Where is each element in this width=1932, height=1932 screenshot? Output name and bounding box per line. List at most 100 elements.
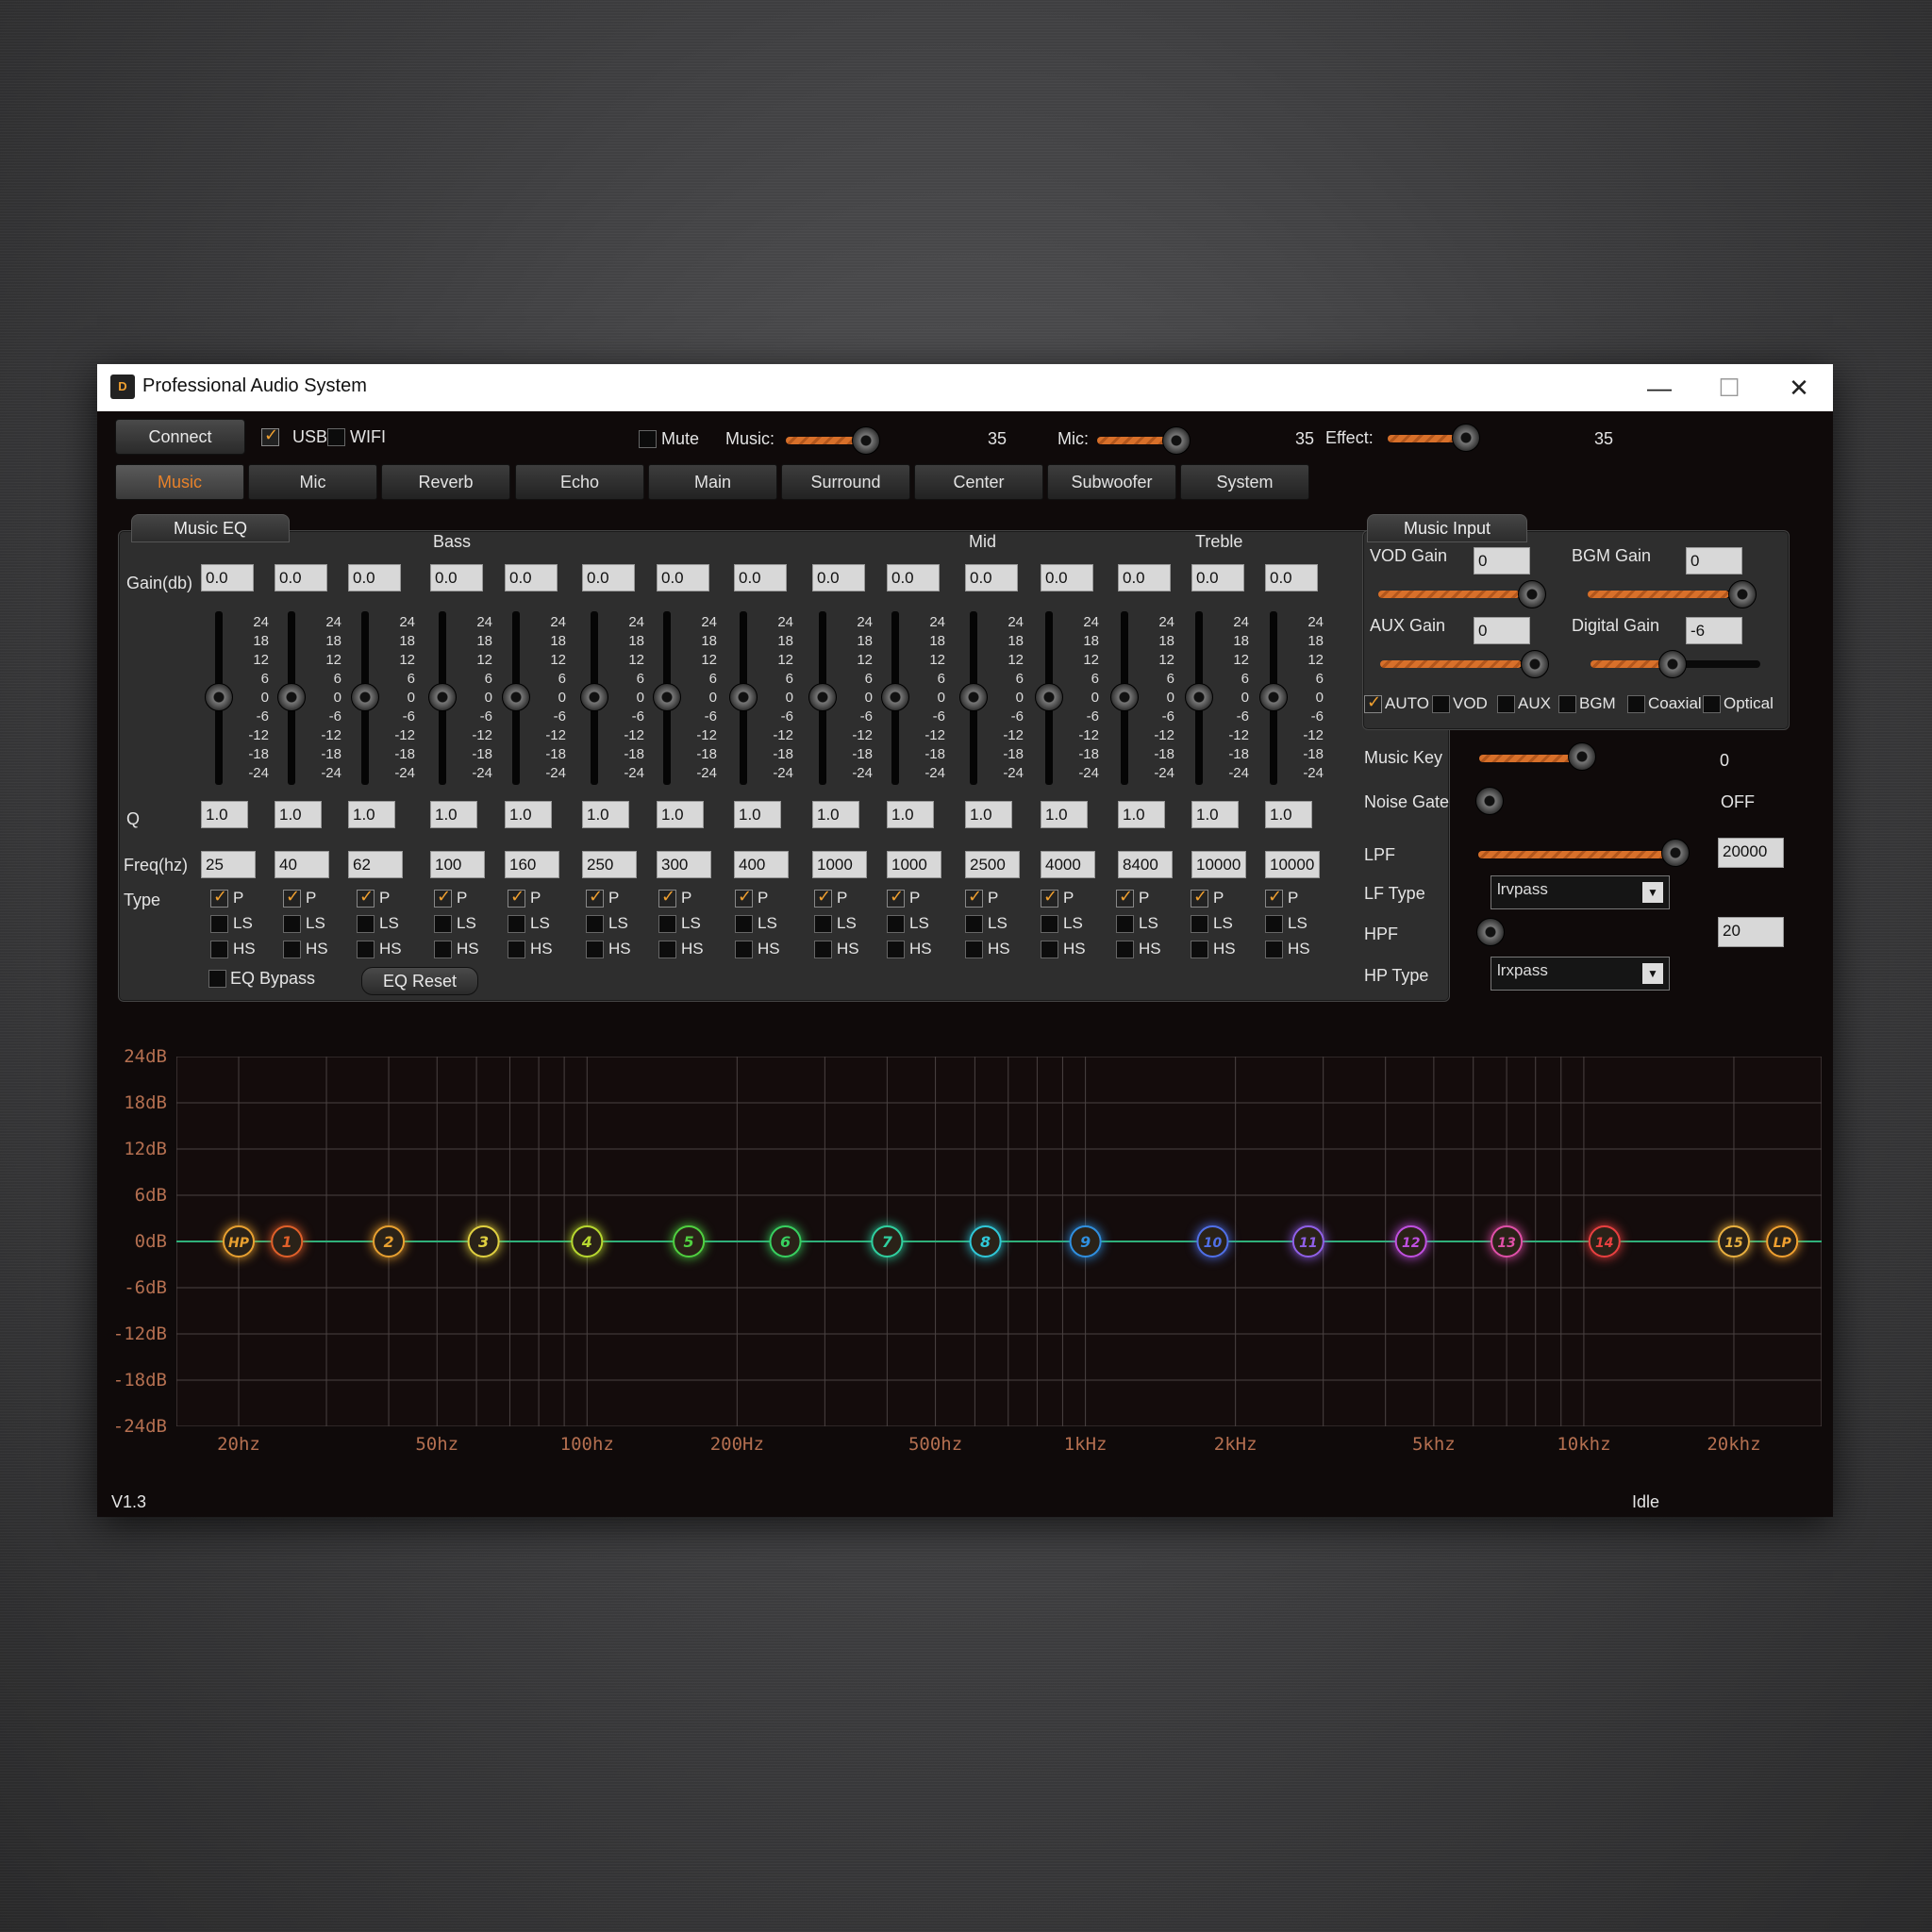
eq-point-10[interactable]: 10: [1196, 1225, 1229, 1257]
type-p-checkbox-5[interactable]: [508, 887, 525, 908]
type-hs-checkbox-2[interactable]: [283, 941, 301, 958]
eq-point-11[interactable]: 11: [1291, 1225, 1324, 1257]
gain-input-13[interactable]: 0.0: [1118, 564, 1171, 591]
connect-button[interactable]: Connect: [115, 419, 245, 455]
bgm-gain-knob[interactable]: [1728, 580, 1757, 608]
type-hs-checkbox-8[interactable]: [735, 941, 753, 958]
type-ls-checkbox-4[interactable]: [434, 915, 452, 933]
type-p-checkbox-8[interactable]: [735, 887, 753, 908]
type-p-checkbox-9[interactable]: [814, 887, 832, 908]
source-vod-checkbox[interactable]: [1432, 695, 1450, 713]
music-key-knob[interactable]: [1568, 742, 1596, 771]
maximize-button[interactable]: ☐: [1701, 368, 1757, 408]
tab-echo[interactable]: Echo: [515, 464, 644, 500]
lf-type-select[interactable]: lrvpass ▼: [1491, 875, 1670, 909]
type-ls-checkbox-1[interactable]: [210, 915, 228, 933]
gain-input-3[interactable]: 0.0: [348, 564, 401, 591]
aux-gain-input[interactable]: 0: [1474, 617, 1530, 644]
gain-input-12[interactable]: 0.0: [1041, 564, 1093, 591]
gain-input-15[interactable]: 0.0: [1265, 564, 1318, 591]
tab-reverb[interactable]: Reverb: [381, 464, 510, 500]
gain-input-1[interactable]: 0.0: [201, 564, 254, 591]
gain-input-10[interactable]: 0.0: [887, 564, 940, 591]
gain-knob-11[interactable]: [959, 683, 988, 711]
source-bgm-checkbox[interactable]: [1558, 695, 1576, 713]
q-input-1[interactable]: 1.0: [201, 801, 248, 828]
gain-knob-2[interactable]: [277, 683, 306, 711]
tab-music[interactable]: Music: [115, 464, 244, 500]
q-input-15[interactable]: 1.0: [1265, 801, 1312, 828]
type-p-checkbox-4[interactable]: [434, 887, 452, 908]
gain-input-5[interactable]: 0.0: [505, 564, 558, 591]
q-input-14[interactable]: 1.0: [1191, 801, 1239, 828]
tab-mic[interactable]: Mic: [248, 464, 377, 500]
gain-input-9[interactable]: 0.0: [812, 564, 865, 591]
eq-point-1[interactable]: 1: [271, 1225, 304, 1257]
eq-point-14[interactable]: 14: [1588, 1225, 1621, 1257]
freq-input-7[interactable]: 300: [657, 851, 711, 878]
q-input-7[interactable]: 1.0: [657, 801, 704, 828]
eq-point-2[interactable]: 2: [373, 1225, 406, 1257]
type-ls-checkbox-11[interactable]: [965, 915, 983, 933]
eq-point-15[interactable]: 15: [1717, 1225, 1750, 1257]
eq-point-lp[interactable]: LP: [1766, 1225, 1799, 1257]
type-hs-checkbox-9[interactable]: [814, 941, 832, 958]
freq-input-10[interactable]: 1000: [887, 851, 941, 878]
hp-type-select[interactable]: lrxpass ▼: [1491, 957, 1670, 991]
q-input-2[interactable]: 1.0: [275, 801, 322, 828]
minimize-button[interactable]: —: [1631, 368, 1688, 408]
type-hs-checkbox-15[interactable]: [1265, 941, 1283, 958]
freq-input-15[interactable]: 10000: [1265, 851, 1320, 878]
gain-input-11[interactable]: 0.0: [965, 564, 1018, 591]
gain-knob-1[interactable]: [205, 683, 233, 711]
chevron-down-icon[interactable]: ▼: [1642, 882, 1663, 903]
tab-system[interactable]: System: [1180, 464, 1309, 500]
gain-knob-15[interactable]: [1259, 683, 1288, 711]
type-ls-checkbox-13[interactable]: [1116, 915, 1134, 933]
type-p-checkbox-12[interactable]: [1041, 887, 1058, 908]
type-hs-checkbox-10[interactable]: [887, 941, 905, 958]
chevron-down-icon[interactable]: ▼: [1642, 963, 1663, 984]
eq-point-6[interactable]: 6: [769, 1225, 802, 1257]
q-input-9[interactable]: 1.0: [812, 801, 859, 828]
mute-checkbox[interactable]: [639, 430, 657, 448]
type-hs-checkbox-11[interactable]: [965, 941, 983, 958]
type-ls-checkbox-10[interactable]: [887, 915, 905, 933]
freq-input-1[interactable]: 25: [201, 851, 256, 878]
vod-gain-input[interactable]: 0: [1474, 547, 1530, 575]
vod-gain-knob[interactable]: [1518, 580, 1546, 608]
tab-subwoofer[interactable]: Subwoofer: [1047, 464, 1176, 500]
music-volume-knob[interactable]: [852, 426, 880, 455]
gain-input-7[interactable]: 0.0: [657, 564, 709, 591]
gain-knob-12[interactable]: [1035, 683, 1063, 711]
q-input-5[interactable]: 1.0: [505, 801, 552, 828]
type-p-checkbox-13[interactable]: [1116, 887, 1134, 908]
type-ls-checkbox-9[interactable]: [814, 915, 832, 933]
eq-point-13[interactable]: 13: [1491, 1225, 1524, 1257]
source-optical-checkbox[interactable]: [1703, 695, 1721, 713]
type-p-checkbox-7[interactable]: [658, 887, 676, 908]
eq-reset-button[interactable]: EQ Reset: [361, 967, 478, 995]
freq-input-6[interactable]: 250: [582, 851, 637, 878]
type-p-checkbox-6[interactable]: [586, 887, 604, 908]
gain-knob-10[interactable]: [881, 683, 909, 711]
hpf-knob[interactable]: [1476, 918, 1505, 946]
mic-volume-slider[interactable]: [1097, 437, 1173, 444]
wifi-checkbox[interactable]: [327, 428, 345, 446]
type-hs-checkbox-13[interactable]: [1116, 941, 1134, 958]
digital-gain-input[interactable]: -6: [1686, 617, 1742, 644]
q-input-11[interactable]: 1.0: [965, 801, 1012, 828]
freq-input-5[interactable]: 160: [505, 851, 559, 878]
type-ls-checkbox-8[interactable]: [735, 915, 753, 933]
freq-input-8[interactable]: 400: [734, 851, 789, 878]
type-p-checkbox-15[interactable]: [1265, 887, 1283, 908]
type-ls-checkbox-15[interactable]: [1265, 915, 1283, 933]
lpf-input[interactable]: 20000: [1718, 838, 1784, 868]
gain-knob-7[interactable]: [653, 683, 681, 711]
type-hs-checkbox-14[interactable]: [1191, 941, 1208, 958]
type-p-checkbox-10[interactable]: [887, 887, 905, 908]
q-input-8[interactable]: 1.0: [734, 801, 781, 828]
q-input-12[interactable]: 1.0: [1041, 801, 1088, 828]
freq-input-12[interactable]: 4000: [1041, 851, 1095, 878]
tab-center[interactable]: Center: [914, 464, 1043, 500]
